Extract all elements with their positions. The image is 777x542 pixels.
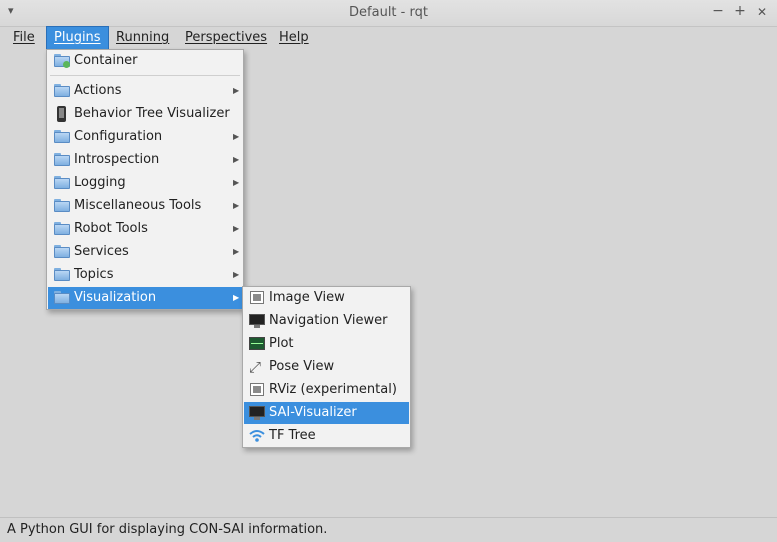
submenu-arrow-icon: ▶ [233, 201, 240, 210]
menu-item-label: Topics [74, 267, 114, 282]
folder-icon [54, 153, 70, 167]
menu-item-label: Actions [74, 83, 122, 98]
plot-icon [249, 337, 265, 351]
menu-item-plot[interactable]: Plot [244, 333, 409, 355]
menu-help[interactable]: Help [272, 27, 316, 49]
menu-item-navigation-viewer[interactable]: Navigation Viewer [244, 310, 409, 332]
folder-icon [54, 291, 70, 305]
folder-icon [54, 268, 70, 282]
monitor-icon [249, 406, 265, 420]
submenu-arrow-icon: ▶ [233, 178, 240, 187]
menu-item-label: Robot Tools [74, 221, 148, 236]
phone-icon [57, 106, 66, 122]
status-text: A Python GUI for displaying CON-SAI info… [7, 522, 328, 537]
submenu-arrow-icon: ▶ [233, 270, 240, 279]
image-icon [249, 291, 265, 305]
submenu-arrow-icon: ▶ [233, 86, 240, 95]
submenu-arrow-icon: ▶ [233, 155, 240, 164]
menu-item-actions[interactable]: Actions ▶ [48, 80, 242, 102]
menu-item-label: Introspection [74, 152, 160, 167]
menu-item-image-view[interactable]: Image View [244, 287, 409, 309]
menu-item-rviz[interactable]: RViz (experimental) [244, 379, 409, 401]
image-icon [249, 383, 265, 397]
menu-running[interactable]: Running [109, 27, 176, 49]
menu-item-configuration[interactable]: Configuration ▶ [48, 126, 242, 148]
maximize-icon[interactable]: + [733, 3, 747, 19]
menu-item-label: Logging [74, 175, 126, 190]
menu-item-logging[interactable]: Logging ▶ [48, 172, 242, 194]
submenu-arrow-icon: ▶ [233, 132, 240, 141]
menu-item-visualization[interactable]: Visualization ▶ [48, 287, 242, 309]
wifi-icon [248, 425, 266, 445]
menu-file[interactable]: File [6, 27, 42, 49]
menu-item-label: Visualization [74, 290, 157, 305]
menu-plugins[interactable]: Plugins [46, 26, 109, 50]
container-folder-icon [54, 54, 70, 68]
menu-item-label: Plot [269, 336, 294, 351]
folder-icon [54, 245, 70, 259]
menu-separator [50, 75, 240, 76]
menu-item-robot-tools[interactable]: Robot Tools ▶ [48, 218, 242, 240]
menu-item-pose-view[interactable]: ⤢ Pose View [244, 356, 409, 378]
menu-item-label: Container [74, 53, 138, 68]
folder-icon [54, 84, 70, 98]
menu-item-label: Navigation Viewer [269, 313, 388, 328]
menu-item-sai-visualizer[interactable]: SAI-Visualizer [244, 402, 409, 424]
visualization-submenu: Image View Navigation Viewer Plot ⤢ Pose… [242, 286, 411, 448]
monitor-icon [249, 314, 265, 328]
submenu-arrow-icon: ▶ [233, 224, 240, 233]
status-bar: A Python GUI for displaying CON-SAI info… [0, 517, 777, 542]
menu-item-label: Pose View [269, 359, 335, 374]
arrows-icon: ⤢ [249, 358, 262, 376]
plugins-menu: Container Actions ▶ Behavior Tree Visual… [46, 49, 244, 310]
menu-item-label: TF Tree [269, 428, 316, 443]
menu-item-tf-tree[interactable]: TF Tree [244, 425, 409, 447]
minimize-icon[interactable]: − [711, 3, 725, 19]
menu-item-label: Miscellaneous Tools [74, 198, 202, 213]
menu-item-topics[interactable]: Topics ▶ [48, 264, 242, 286]
menu-item-label: Image View [269, 290, 345, 305]
submenu-arrow-icon: ▶ [233, 247, 240, 256]
close-icon[interactable]: ✕ [755, 5, 769, 19]
menu-item-label: RViz (experimental) [269, 382, 397, 397]
menu-item-behavior-tree-visualizer[interactable]: Behavior Tree Visualizer [48, 103, 242, 125]
menu-bar: File Plugins Running Perspectives Help [0, 26, 777, 50]
folder-icon [54, 130, 70, 144]
menu-item-miscellaneous-tools[interactable]: Miscellaneous Tools ▶ [48, 195, 242, 217]
menu-item-label: Behavior Tree Visualizer [74, 106, 230, 121]
menu-item-label: Configuration [74, 129, 163, 144]
folder-icon [54, 176, 70, 190]
menu-item-label: Services [74, 244, 129, 259]
menu-perspectives[interactable]: Perspectives [178, 27, 274, 49]
title-bar: ▾ Default - rqt − + ✕ [0, 0, 777, 27]
folder-icon [54, 199, 70, 213]
submenu-arrow-icon: ▶ [233, 293, 240, 302]
menu-item-label: SAI-Visualizer [269, 405, 357, 420]
menu-item-container[interactable]: Container [48, 50, 242, 72]
folder-icon [54, 222, 70, 236]
menu-item-introspection[interactable]: Introspection ▶ [48, 149, 242, 171]
menu-item-services[interactable]: Services ▶ [48, 241, 242, 263]
window-title: Default - rqt [349, 5, 428, 20]
